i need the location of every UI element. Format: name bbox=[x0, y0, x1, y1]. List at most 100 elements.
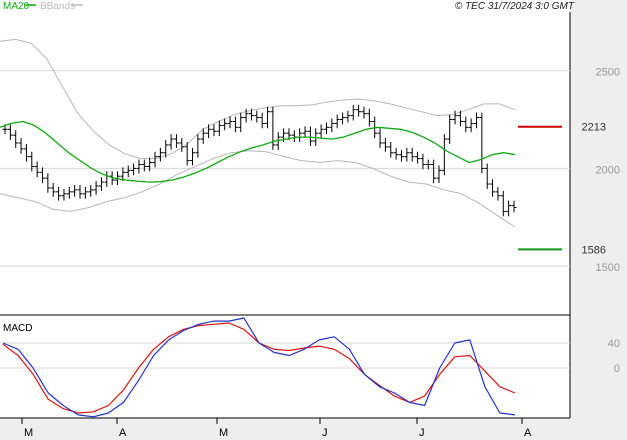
price-bar bbox=[152, 151, 158, 168]
price-bar bbox=[77, 185, 83, 199]
price-bar bbox=[50, 183, 56, 197]
price-bar bbox=[104, 171, 110, 187]
price-bar bbox=[173, 134, 179, 148]
level-label: 1586 bbox=[582, 244, 606, 256]
price-bar bbox=[511, 200, 517, 213]
price-bar bbox=[473, 112, 479, 129]
price-bar bbox=[329, 118, 335, 133]
price-bar bbox=[125, 165, 131, 178]
price-bar bbox=[323, 122, 329, 135]
price-bar bbox=[297, 128, 303, 142]
price-bar bbox=[398, 149, 404, 162]
legend: MA20 BBands bbox=[3, 1, 83, 12]
legend-bbands-label: BBands bbox=[40, 1, 75, 12]
price-bar bbox=[377, 128, 383, 148]
price-bar bbox=[136, 159, 142, 174]
price-bar bbox=[93, 181, 99, 195]
price-bar bbox=[34, 161, 40, 178]
price-bar bbox=[40, 167, 46, 184]
price-bar bbox=[356, 104, 362, 117]
x-tick-label: J bbox=[322, 427, 328, 439]
price-bar bbox=[23, 143, 29, 162]
price-bar bbox=[366, 108, 372, 127]
price-bar bbox=[147, 157, 153, 172]
copyright-text: © TEC 31/7/2024 3:0 GMT bbox=[455, 1, 575, 12]
macd-line bbox=[2, 317, 516, 418]
price-bar bbox=[222, 118, 228, 131]
price-bar bbox=[254, 110, 260, 123]
price-bar bbox=[7, 124, 13, 141]
price-bar bbox=[88, 185, 94, 197]
price-bar bbox=[415, 151, 421, 164]
price-bar bbox=[238, 112, 244, 133]
price-bar bbox=[318, 124, 324, 139]
price-bar bbox=[495, 186, 501, 201]
price-bar bbox=[468, 118, 474, 133]
bands-layer bbox=[0, 38, 516, 228]
price-bar bbox=[404, 147, 410, 162]
chart-root: MA20 BBands © TEC 31/7/2024 3:0 GMT MACD… bbox=[0, 0, 627, 440]
price-bar bbox=[441, 134, 447, 176]
price-bar bbox=[72, 185, 78, 197]
price-bar bbox=[340, 112, 346, 125]
price-bar bbox=[13, 130, 19, 148]
price-bar bbox=[141, 159, 147, 172]
price-bar bbox=[270, 106, 276, 150]
price-bar bbox=[190, 147, 196, 166]
x-tick-label: J bbox=[419, 427, 425, 439]
grid-layer bbox=[0, 70, 570, 369]
price-bar bbox=[56, 186, 62, 201]
macd-panel-title: MACD bbox=[3, 323, 32, 334]
price-bar bbox=[265, 106, 271, 129]
bband-lower-line bbox=[0, 150, 516, 228]
price-bar bbox=[206, 124, 212, 139]
level-label: 2213 bbox=[582, 122, 606, 134]
price-bar bbox=[350, 104, 356, 121]
price-bar bbox=[216, 120, 222, 137]
price-bar bbox=[131, 163, 137, 176]
macd-layer bbox=[2, 317, 516, 418]
price-bar bbox=[447, 114, 453, 144]
price-bar bbox=[211, 124, 217, 137]
macd-y-tick-label: 0 bbox=[614, 363, 620, 375]
price-bar bbox=[157, 147, 163, 162]
price-bar bbox=[45, 173, 51, 193]
price-bar bbox=[500, 190, 506, 217]
price-bar bbox=[484, 163, 490, 189]
x-tick-label: A bbox=[524, 427, 532, 439]
price-bar bbox=[490, 179, 496, 197]
price-bar bbox=[393, 147, 399, 160]
x-tick-label: A bbox=[119, 427, 127, 439]
price-bar bbox=[361, 106, 367, 119]
price-bar bbox=[66, 186, 72, 199]
price-bar bbox=[168, 134, 174, 150]
price-bar bbox=[431, 159, 437, 184]
price-bar bbox=[506, 200, 512, 217]
price-bar bbox=[409, 147, 415, 162]
price-bar bbox=[382, 138, 388, 152]
legend-ma20-label: MA20 bbox=[3, 1, 30, 12]
price-bar bbox=[98, 177, 104, 191]
price-bar bbox=[179, 138, 185, 152]
price-bar bbox=[463, 116, 469, 133]
price-bar bbox=[388, 141, 394, 158]
ticks-layer: 2500 2000 1500 40 0 M A M J J A bbox=[21, 67, 620, 439]
price-bar bbox=[18, 138, 24, 154]
price-bar bbox=[307, 126, 313, 146]
price-bar bbox=[291, 130, 297, 142]
price-bar bbox=[61, 188, 67, 201]
x-tick-label: M bbox=[24, 427, 33, 439]
price-bar bbox=[259, 112, 265, 129]
bottom-axis-panel bbox=[0, 418, 627, 440]
price-bar bbox=[420, 153, 426, 170]
chart-svg: MA20 BBands © TEC 31/7/2024 3:0 GMT MACD… bbox=[0, 0, 627, 440]
price-bar bbox=[334, 114, 340, 129]
price-bar bbox=[195, 134, 201, 158]
price-bar bbox=[345, 110, 351, 123]
price-y-tick-label: 2500 bbox=[596, 67, 620, 79]
price-bar bbox=[302, 126, 308, 139]
price-y-tick-label: 1500 bbox=[596, 262, 620, 274]
price-bar bbox=[82, 186, 88, 199]
bband-upper-line bbox=[0, 38, 516, 160]
x-tick-label: M bbox=[219, 427, 228, 439]
